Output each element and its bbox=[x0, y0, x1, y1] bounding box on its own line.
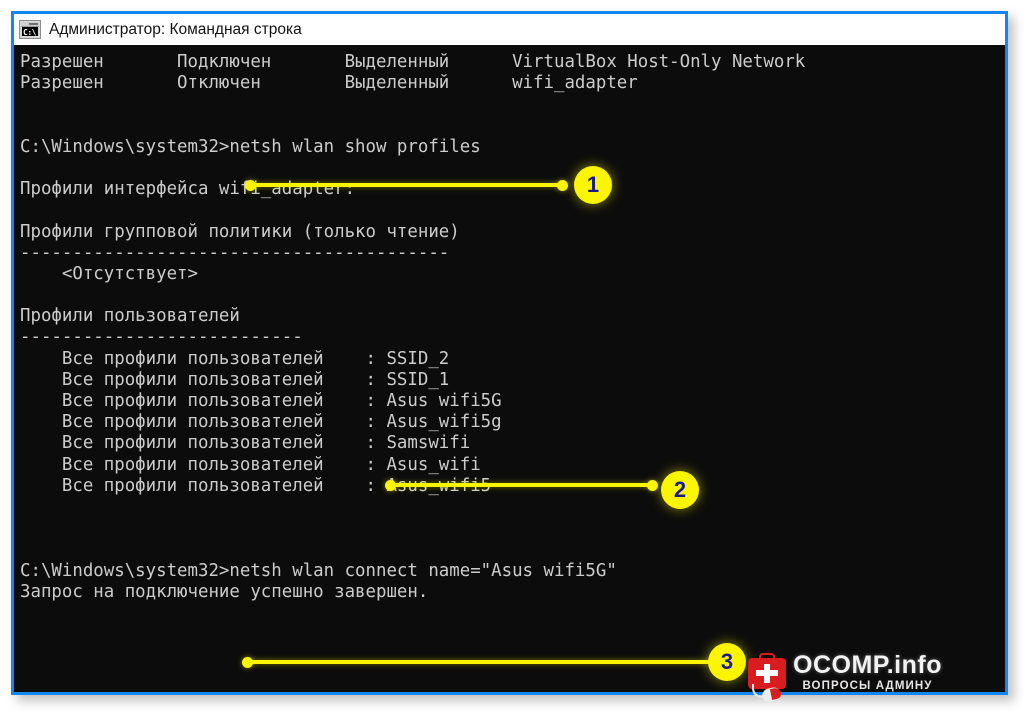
watermark-logo: OCOMP.info ВОПРОСЫ АДМИНУ bbox=[748, 650, 942, 703]
annotation-2-line bbox=[390, 483, 652, 487]
cmd-icon: C:\ bbox=[19, 20, 41, 39]
terminal-line: C:\Windows\system32>netsh wlan show prof… bbox=[20, 136, 481, 157]
annotation-2-dot-left bbox=[385, 480, 396, 491]
terminal-line: Разрешен Отключен Выделенный wifi_adapte… bbox=[20, 73, 638, 94]
annotation-badge-1: 1 bbox=[574, 166, 612, 204]
annotation-2-dot-right bbox=[647, 480, 658, 491]
watermark-brand: OCOMP.info bbox=[793, 651, 942, 680]
terminal-line: Все профили пользователей : SSID_1 bbox=[20, 369, 450, 390]
annotation-badge-2: 2 bbox=[661, 471, 699, 509]
screenshot-stage: C:\ Администратор: Командная строка Разр… bbox=[0, 0, 1024, 716]
terminal-line: Профили групповой политики (только чтени… bbox=[20, 221, 460, 242]
terminal-line: Все профили пользователей : Asus wifi5G bbox=[20, 391, 502, 411]
terminal-line: ----------------------------------------… bbox=[20, 242, 450, 263]
annotation-1-dot-left bbox=[245, 180, 256, 191]
terminal-output[interactable]: Разрешен Подключен Выделенный VirtualBox… bbox=[14, 45, 1005, 692]
kit-cross-horizontal bbox=[756, 670, 778, 676]
window-title: Администратор: Командная строка bbox=[49, 20, 302, 38]
terminal-line: C:\Windows\system32>netsh wlan connect n… bbox=[20, 560, 617, 581]
terminal-line: Все профили пользователей : Asus_wifi bbox=[20, 454, 481, 475]
terminal-line: Все профили пользователей : Asus_wifi5g bbox=[20, 412, 502, 433]
annotation-1-dot-right bbox=[557, 180, 568, 191]
terminal-line: Все профили пользователей : SSID_2 bbox=[20, 348, 450, 369]
terminal-line: Профили пользователей bbox=[20, 306, 240, 327]
kit-handle bbox=[759, 652, 775, 660]
annotation-badge-3: 3 bbox=[708, 643, 746, 681]
first-aid-kit-icon bbox=[748, 652, 786, 703]
terminal-line: --------------------------- bbox=[20, 327, 303, 348]
command-prompt-window: C:\ Администратор: Командная строка Разр… bbox=[11, 11, 1008, 695]
terminal-line: <Отсутствует> bbox=[20, 263, 198, 284]
watermark-text: OCOMP.info ВОПРОСЫ АДМИНУ bbox=[793, 653, 942, 693]
annotation-3-dot-left bbox=[242, 657, 253, 668]
annotation-3-line bbox=[247, 660, 711, 664]
terminal-line: Разрешен Подключен Выделенный VirtualBox… bbox=[20, 52, 806, 72]
watermark-tagline: ВОПРОСЫ АДМИНУ bbox=[802, 680, 933, 693]
window-titlebar[interactable]: C:\ Администратор: Командная строка bbox=[14, 14, 1005, 45]
terminal-line: Все профили пользователей : Samswifi bbox=[20, 433, 471, 454]
cmd-icon-prompt: C:\ bbox=[22, 27, 38, 37]
annotation-1-line bbox=[250, 183, 562, 187]
terminal-line: Запрос на подключение успешно завершен. bbox=[20, 581, 429, 602]
